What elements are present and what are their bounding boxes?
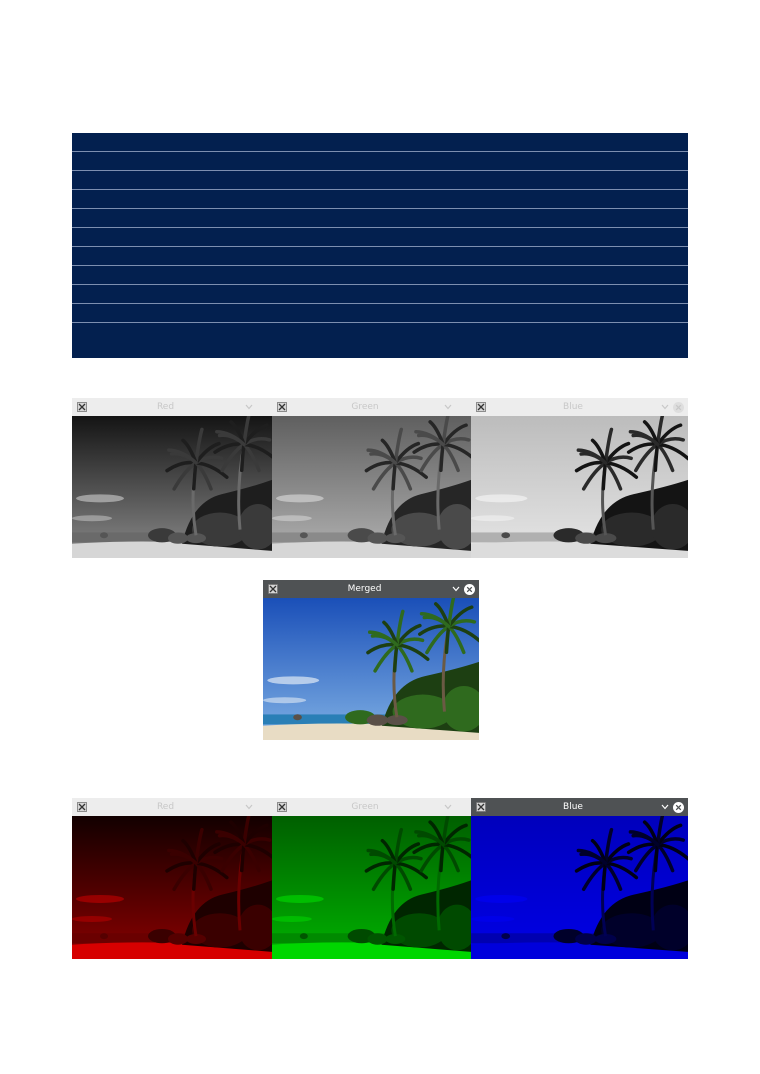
channel-image — [471, 816, 688, 959]
x-window-icon[interactable] — [475, 802, 486, 813]
channel-image — [272, 816, 471, 959]
window-title: Blue — [563, 802, 583, 812]
close-circle-icon[interactable] — [673, 801, 684, 813]
window-blue-gray[interactable]: Blue — [471, 398, 688, 558]
channel-image — [263, 598, 479, 740]
window-titlebar[interactable]: Red — [72, 398, 272, 416]
chevron-down-icon[interactable] — [244, 802, 254, 812]
x-window-icon[interactable] — [76, 402, 87, 413]
window-titlebar[interactable]: Blue — [471, 798, 688, 816]
window-titlebar[interactable]: Green — [272, 398, 471, 416]
close-circle-icon[interactable] — [257, 802, 268, 813]
header-banner — [72, 133, 688, 358]
chevron-down-icon[interactable] — [244, 402, 254, 412]
window-red-tint[interactable]: Red — [72, 798, 272, 959]
chevron-down-icon[interactable] — [451, 584, 461, 594]
channel-image — [72, 816, 272, 959]
banner-line — [72, 284, 688, 285]
close-circle-icon[interactable] — [456, 802, 467, 813]
close-circle-icon[interactable] — [456, 402, 467, 413]
banner-line — [72, 208, 688, 209]
x-window-icon[interactable] — [276, 402, 287, 413]
x-window-icon[interactable] — [76, 802, 87, 813]
x-window-icon[interactable] — [267, 584, 278, 595]
banner-line — [72, 265, 688, 266]
banner-line — [72, 151, 688, 152]
window-titlebar[interactable]: Red — [72, 798, 272, 816]
banner-line — [72, 170, 688, 171]
close-circle-icon[interactable] — [257, 402, 268, 413]
close-circle-icon[interactable] — [673, 401, 684, 413]
window-title: Red — [156, 802, 175, 812]
banner-line — [72, 303, 688, 304]
window-green-tint[interactable]: Green — [272, 798, 471, 959]
x-window-icon[interactable] — [475, 402, 486, 413]
x-window-icon[interactable] — [276, 802, 287, 813]
window-titlebar[interactable]: Green — [272, 798, 471, 816]
banner-line — [72, 246, 688, 247]
window-title: Blue — [563, 402, 583, 412]
window-title: Merged — [347, 584, 382, 594]
window-blue-tint[interactable]: Blue — [471, 798, 688, 959]
banner-line — [72, 227, 688, 228]
close-circle-icon[interactable] — [464, 583, 475, 595]
window-title: Green — [351, 802, 379, 812]
window-title: Green — [351, 402, 379, 412]
window-titlebar[interactable]: Merged — [263, 580, 479, 598]
window-red-gray[interactable]: Red — [72, 398, 272, 558]
channel-image — [72, 416, 272, 558]
chevron-down-icon[interactable] — [660, 402, 670, 412]
chevron-down-icon[interactable] — [660, 802, 670, 812]
channel-image — [272, 416, 471, 558]
chevron-down-icon[interactable] — [443, 802, 453, 812]
chevron-down-icon[interactable] — [443, 402, 453, 412]
window-titlebar[interactable]: Blue — [471, 398, 688, 416]
window-merged[interactable]: Merged — [263, 580, 479, 740]
channel-image — [471, 416, 688, 558]
window-title: Red — [156, 402, 175, 412]
banner-line — [72, 322, 688, 323]
window-green-gray[interactable]: Green — [272, 398, 471, 558]
banner-line — [72, 189, 688, 190]
